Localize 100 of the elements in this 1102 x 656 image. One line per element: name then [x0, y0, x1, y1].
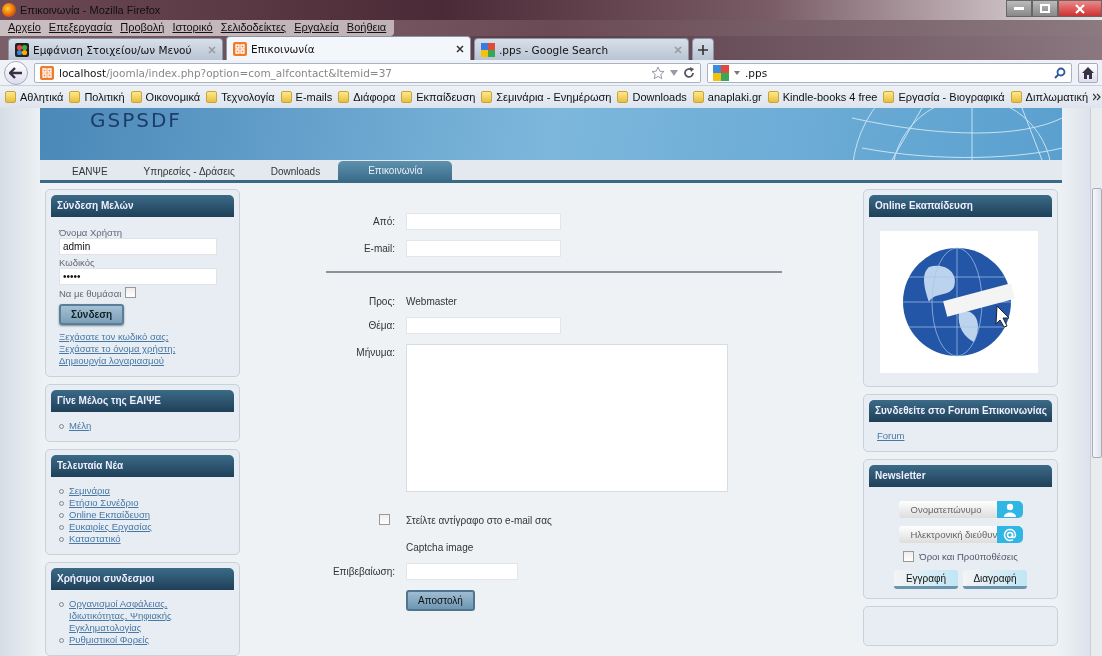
folder-icon — [69, 91, 81, 103]
forum-link[interactable]: Forum — [877, 430, 1044, 442]
input-field[interactable] — [406, 317, 561, 334]
list-link[interactable]: Οργανισμοί Ασφάλειας, Ιδιωτικότητας, Ψηφιακής Εγκληματολογίας — [69, 598, 226, 634]
nav-tab[interactable]: ΕΑΝΨΕ — [54, 162, 126, 180]
password-field[interactable]: ••••• — [59, 268, 217, 285]
submit-button[interactable]: Αποστολή — [406, 590, 475, 611]
bookmark-item[interactable]: Kindle-books 4 free — [766, 91, 879, 103]
field-label: E-mail: — [362, 242, 395, 254]
list-link[interactable]: Ευκαιρίες Εργασίας — [69, 521, 152, 533]
list-link[interactable]: Online Εκπαίδευση — [69, 509, 151, 521]
bookmark-item[interactable]: anaplaki.gr — [691, 91, 763, 103]
menu-item[interactable]: Εργαλεία — [290, 20, 343, 36]
close-icon — [1075, 3, 1085, 14]
menu-item[interactable]: Επεξεργασία — [44, 20, 117, 36]
copy-checkbox[interactable] — [379, 513, 390, 525]
list-link[interactable]: Καταστατικό — [69, 533, 121, 545]
back-arrow-icon — [9, 66, 23, 79]
plus-icon — [698, 44, 708, 55]
minimize-button[interactable] — [1006, 0, 1032, 17]
input-field[interactable] — [406, 240, 561, 257]
joomla-favicon-icon — [15, 42, 29, 57]
bookmark-item[interactable]: Τεχνολογία — [205, 91, 276, 103]
folder-icon — [1010, 91, 1022, 103]
list-link[interactable]: Ετήσιο Συνέδριο — [69, 497, 139, 509]
message-field[interactable] — [406, 344, 728, 492]
google-logo-icon — [713, 64, 729, 81]
checkbox-label: Στείλτε αντίγραφο στο e-mail σας — [406, 514, 552, 526]
bookmark-item[interactable]: Εκπαίδευση — [400, 91, 477, 103]
menu-item[interactable]: Αρχείο — [4, 20, 45, 36]
close-tab-icon[interactable] — [456, 44, 464, 53]
square-favicon-icon — [40, 65, 54, 80]
module-header: Newsletter — [869, 465, 1052, 487]
browser-tab[interactable]: Επικοινωνία — [226, 36, 471, 60]
nav-tab[interactable]: Downloads — [252, 162, 339, 180]
bookmark-item[interactable]: Διάφορα — [337, 91, 397, 103]
module-header: Τελευταία Νέα — [51, 455, 234, 477]
list-link[interactable]: Σεμινάρια — [69, 485, 110, 497]
terms-checkbox[interactable] — [903, 551, 915, 562]
back-button[interactable] — [4, 60, 28, 85]
menu-item[interactable]: Βοήθεια — [342, 20, 391, 36]
folder-icon — [617, 91, 629, 103]
field-label: Όνομα Χρήστη — [59, 227, 123, 238]
reload-icon[interactable] — [683, 66, 695, 79]
scrollbar-thumb[interactable] — [1091, 188, 1102, 458]
menu-item[interactable]: Σελιδοδείκτες — [216, 20, 291, 36]
username-field[interactable]: admin — [59, 238, 217, 255]
subscribe-button[interactable]: Εγγραφή — [894, 570, 958, 589]
menu-item[interactable]: Ιστορικό — [168, 20, 217, 36]
star-icon[interactable] — [651, 65, 665, 80]
new-tab-button[interactable] — [692, 38, 714, 60]
bookmark-item[interactable]: Πολιτική — [68, 91, 126, 103]
text-link[interactable]: Ξεχάσατε το όνομα χρήστη; — [59, 343, 226, 355]
nav-tab[interactable]: Επικοινωνία — [338, 161, 453, 180]
text-link[interactable]: Δημιουργία λογαριασμού — [59, 355, 226, 367]
browser-tab[interactable]: Εμφάνιση Στοιχείου/ων Μενού — [8, 38, 223, 60]
nav-tab[interactable]: Υπηρεσίες - Δράσεις — [125, 162, 253, 180]
close-button[interactable] — [1058, 0, 1102, 17]
search-icon[interactable] — [1054, 66, 1066, 79]
browser-tab[interactable]: .pps - Google Search — [474, 38, 689, 60]
search-field[interactable]: .pps — [707, 62, 1072, 83]
folder-icon — [338, 91, 350, 103]
input-field[interactable] — [406, 563, 518, 580]
bookmark-item[interactable]: Σεμινάρια - Ενημέρωση — [480, 91, 613, 103]
list-link[interactable]: Μέλη — [69, 420, 92, 432]
dropdown-caret-icon[interactable] — [670, 69, 678, 76]
input-field[interactable] — [406, 213, 561, 230]
captcha-placeholder-text: Captcha image — [406, 542, 475, 553]
at-sign-icon — [1003, 527, 1018, 542]
list-link[interactable]: Ρυθμιστικοί Φορείς — [69, 634, 149, 646]
login-button[interactable]: Σύνδεση — [59, 304, 125, 325]
folder-icon — [481, 91, 493, 103]
bookmark-item[interactable]: E-mails — [279, 91, 334, 103]
name-field[interactable]: Ονοματεπώνυμο — [898, 501, 1023, 518]
square-favicon-icon — [233, 41, 247, 56]
home-button[interactable] — [1078, 62, 1098, 83]
person-icon — [1003, 502, 1016, 517]
maximize-button[interactable] — [1032, 0, 1058, 17]
module-header: Γίνε Μέλος της ΕΑΙΨΕ — [51, 390, 234, 412]
dropdown-caret-icon[interactable] — [734, 70, 740, 75]
folder-icon — [401, 91, 413, 103]
chevron-icon[interactable] — [1093, 93, 1102, 101]
bookmark-item[interactable]: Downloads — [616, 91, 688, 103]
bookmark-item[interactable]: Οικονομικά — [129, 91, 202, 103]
address-field[interactable]: localhost/joomla/index.php?option=com_alfcontact&Itemid=37 — [34, 62, 701, 83]
text-link[interactable]: Ξεχάσατε τον κωδικό σας; — [59, 331, 226, 343]
unsubscribe-button[interactable]: Διαγραφή — [963, 570, 1027, 589]
maximize-icon — [1040, 4, 1050, 13]
site-logo: GSPSDF — [90, 108, 182, 131]
bookmark-item[interactable]: Εργασία - Βιογραφικά — [882, 91, 1006, 103]
folder-icon — [206, 91, 218, 103]
remember-checkbox[interactable] — [125, 287, 137, 298]
module-header: Συνδεθείτε στο Forum Επικοινωνίας — [869, 400, 1052, 422]
bookmark-item[interactable]: Διπλωματική — [1009, 91, 1090, 103]
bookmark-item[interactable]: Αθλητικά — [4, 91, 65, 103]
email-field[interactable]: Ηλεκτρονική διεύθυν — [898, 526, 1023, 543]
folder-icon — [692, 91, 704, 103]
field-label: Κωδικός — [59, 257, 96, 268]
scrollbar[interactable] — [1090, 108, 1102, 656]
menu-item[interactable]: Προβολή — [116, 20, 169, 36]
